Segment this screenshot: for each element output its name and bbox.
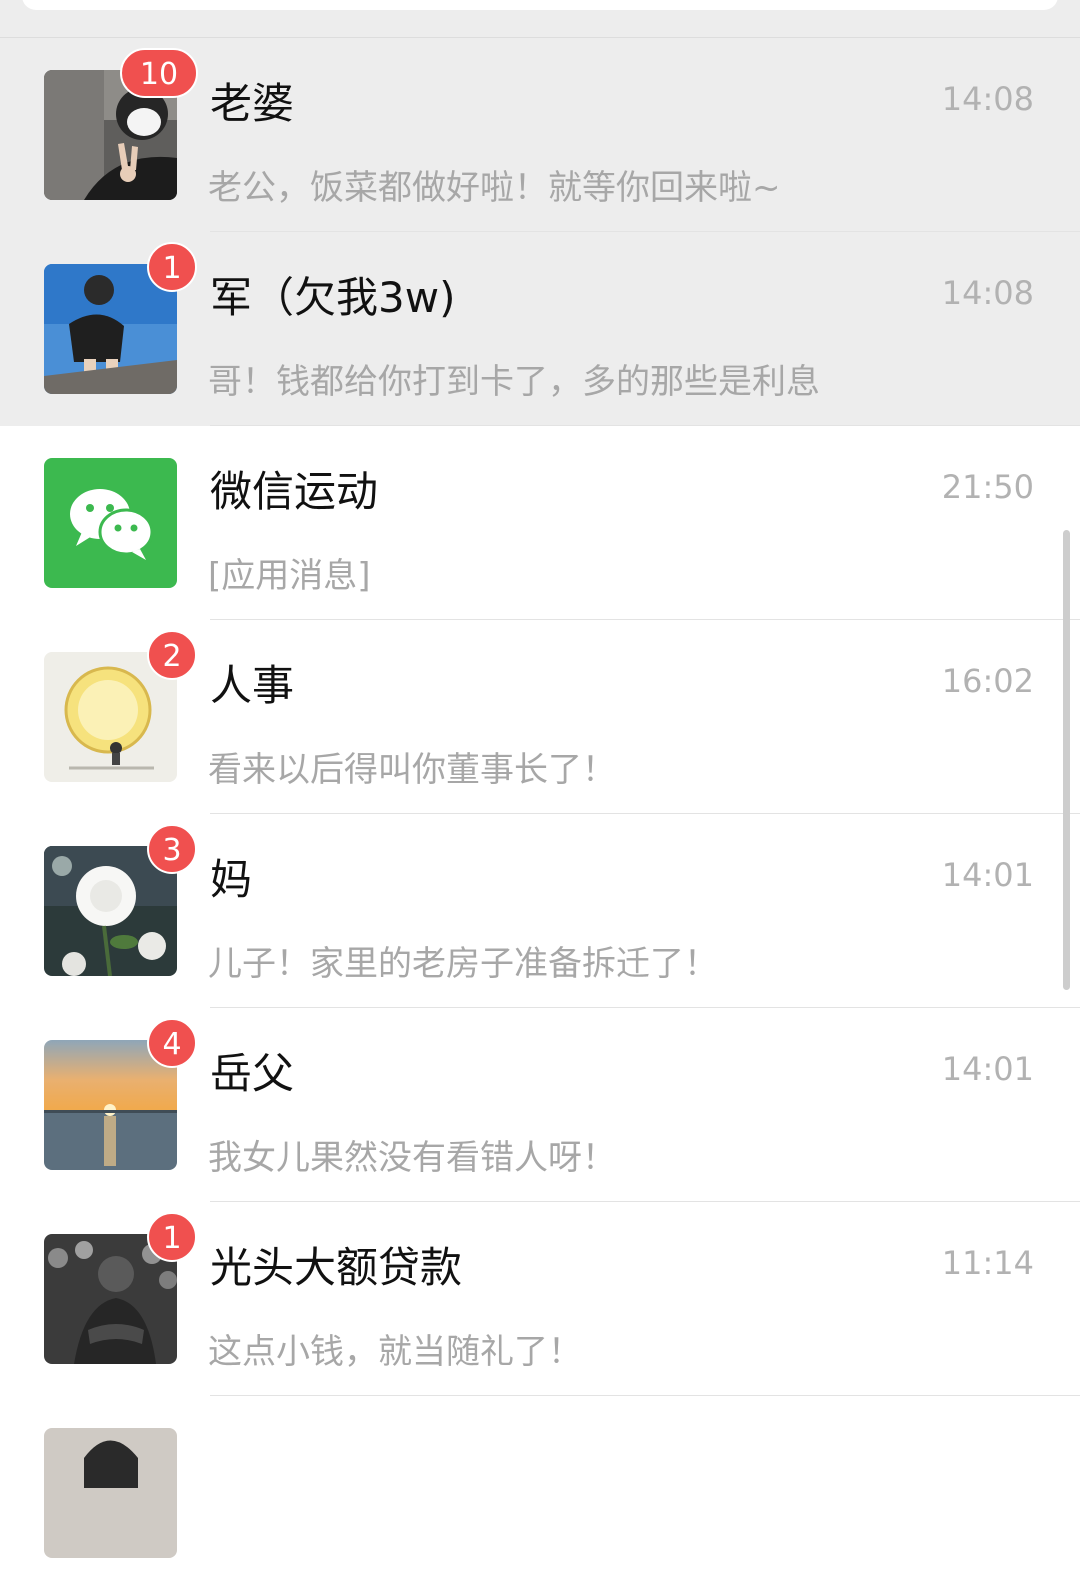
unread-badge: 1 xyxy=(147,242,197,292)
chat-time: 11:14 xyxy=(941,1244,1034,1282)
chat-item-partial[interactable] xyxy=(0,1396,1080,1590)
chat-time: 14:01 xyxy=(941,856,1034,894)
chat-preview: 哥！钱都给你打到卡了，多的那些是利息 xyxy=(208,362,820,402)
chat-name: 光头大额贷款 xyxy=(210,1243,463,1292)
chat-item-jun[interactable]: 1 军（欠我3w) 14:08 哥！钱都给你打到卡了，多的那些是利息 xyxy=(0,232,1080,426)
chat-item-laopo[interactable]: 10 老婆 14:08 老公，饭菜都做好啦！就等你回来啦~ xyxy=(0,38,1080,232)
scrollbar[interactable] xyxy=(1063,530,1070,990)
chat-name: 微信运动 xyxy=(210,467,379,516)
chat-name: 人事 xyxy=(210,661,295,710)
chat-name: 岳父 xyxy=(210,1049,295,1098)
chat-time: 21:50 xyxy=(941,468,1034,506)
chat-name: 军（欠我3w) xyxy=(210,273,456,322)
search-area xyxy=(0,0,1080,38)
chat-name: 老婆 xyxy=(210,79,295,128)
search-bar[interactable] xyxy=(22,0,1058,10)
chat-time: 14:08 xyxy=(941,274,1034,312)
chat-time: 14:01 xyxy=(941,1050,1034,1088)
chat-preview: 儿子！家里的老房子准备拆迁了！ xyxy=(208,944,718,984)
chat-preview: 我女儿果然没有看错人呀！ xyxy=(208,1138,616,1178)
unread-badge: 2 xyxy=(147,630,197,680)
avatar-photo-partial-icon[interactable] xyxy=(44,1428,177,1558)
chat-item-father-in-law[interactable]: 4 岳父 14:01 我女儿果然没有看错人呀！ xyxy=(0,1008,1080,1202)
chat-preview: 看来以后得叫你董事长了！ xyxy=(208,750,616,790)
unread-badge: 3 xyxy=(147,824,197,874)
chat-time: 16:02 xyxy=(941,662,1034,700)
unread-badge: 1 xyxy=(147,1212,197,1262)
chat-item-hr[interactable]: 2 人事 16:02 看来以后得叫你董事长了！ xyxy=(0,620,1080,814)
chat-preview: 老公，饭菜都做好啦！就等你回来啦~ xyxy=(208,168,781,208)
chat-preview: 这点小钱，就当随礼了！ xyxy=(208,1332,582,1372)
chat-name: 妈 xyxy=(210,855,253,904)
chat-item-wechat-sports[interactable]: 微信运动 21:50 [应用消息] xyxy=(0,426,1080,620)
chat-time: 14:08 xyxy=(941,80,1034,118)
wechat-logo-icon[interactable] xyxy=(44,458,177,588)
chat-item-mom[interactable]: 3 妈 14:01 儿子！家里的老房子准备拆迁了！ xyxy=(0,814,1080,1008)
chat-item-bald-loan[interactable]: 1 光头大额贷款 11:14 这点小钱，就当随礼了！ xyxy=(0,1202,1080,1396)
chat-preview: [应用消息] xyxy=(208,556,371,596)
unread-badge: 4 xyxy=(147,1018,197,1068)
unread-badge: 10 xyxy=(120,48,198,98)
